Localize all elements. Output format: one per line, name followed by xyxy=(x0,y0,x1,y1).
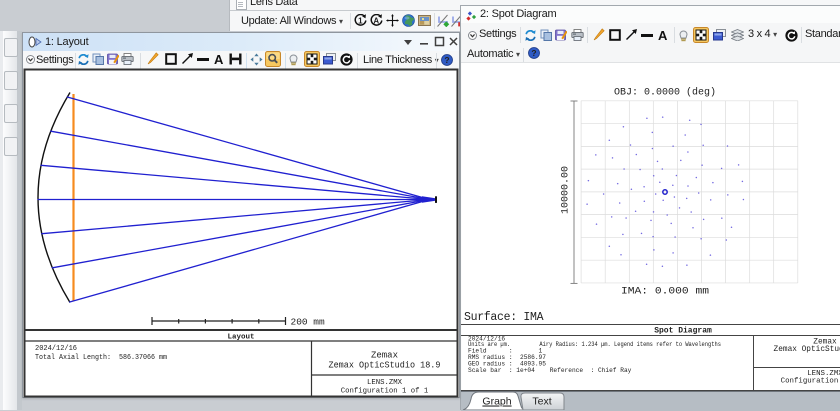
svg-text:Zemax OpticStudio 18.9: Zemax OpticStudio 18.9 xyxy=(774,346,840,354)
svg-text:Surface: IMA: Surface: IMA xyxy=(464,311,544,324)
svg-text:200 mm: 200 mm xyxy=(291,317,326,328)
svg-text:Layout: Layout xyxy=(227,334,254,342)
svg-text:LENS.ZMX: LENS.ZMX xyxy=(367,379,403,387)
svg-text:Configuration 1 of 1: Configuration 1 of 1 xyxy=(781,378,840,386)
svg-text:Configuration 1 of 1: Configuration 1 of 1 xyxy=(341,388,429,396)
svg-text:Zemax: Zemax xyxy=(371,351,398,361)
svg-text:Scale bar : 1e+04 Referenc: Scale bar : 1e+04 Reference : Chief Ray xyxy=(468,367,632,374)
svg-text:OBJ: 0.0000 (deg): OBJ: 0.0000 (deg) xyxy=(614,87,716,99)
svg-text:IMA: 0.000 mm: IMA: 0.000 mm xyxy=(621,286,709,298)
svg-text:2024/12/16: 2024/12/16 xyxy=(35,345,77,353)
svg-text:A: A xyxy=(373,16,379,25)
svg-text:Graph: Graph xyxy=(482,396,511,408)
svg-text:10000.00: 10000.00 xyxy=(561,166,572,214)
svg-text:Spot Diagram: Spot Diagram xyxy=(654,327,712,336)
svg-text:Total Axial Length: 586.37066: Total Axial Length: 586.37066 mm xyxy=(35,354,167,362)
svg-text:Text: Text xyxy=(532,396,551,408)
svg-text:1: 1 xyxy=(358,16,363,25)
svg-text:Zemax OpticStudio 18.9: Zemax OpticStudio 18.9 xyxy=(329,361,441,371)
